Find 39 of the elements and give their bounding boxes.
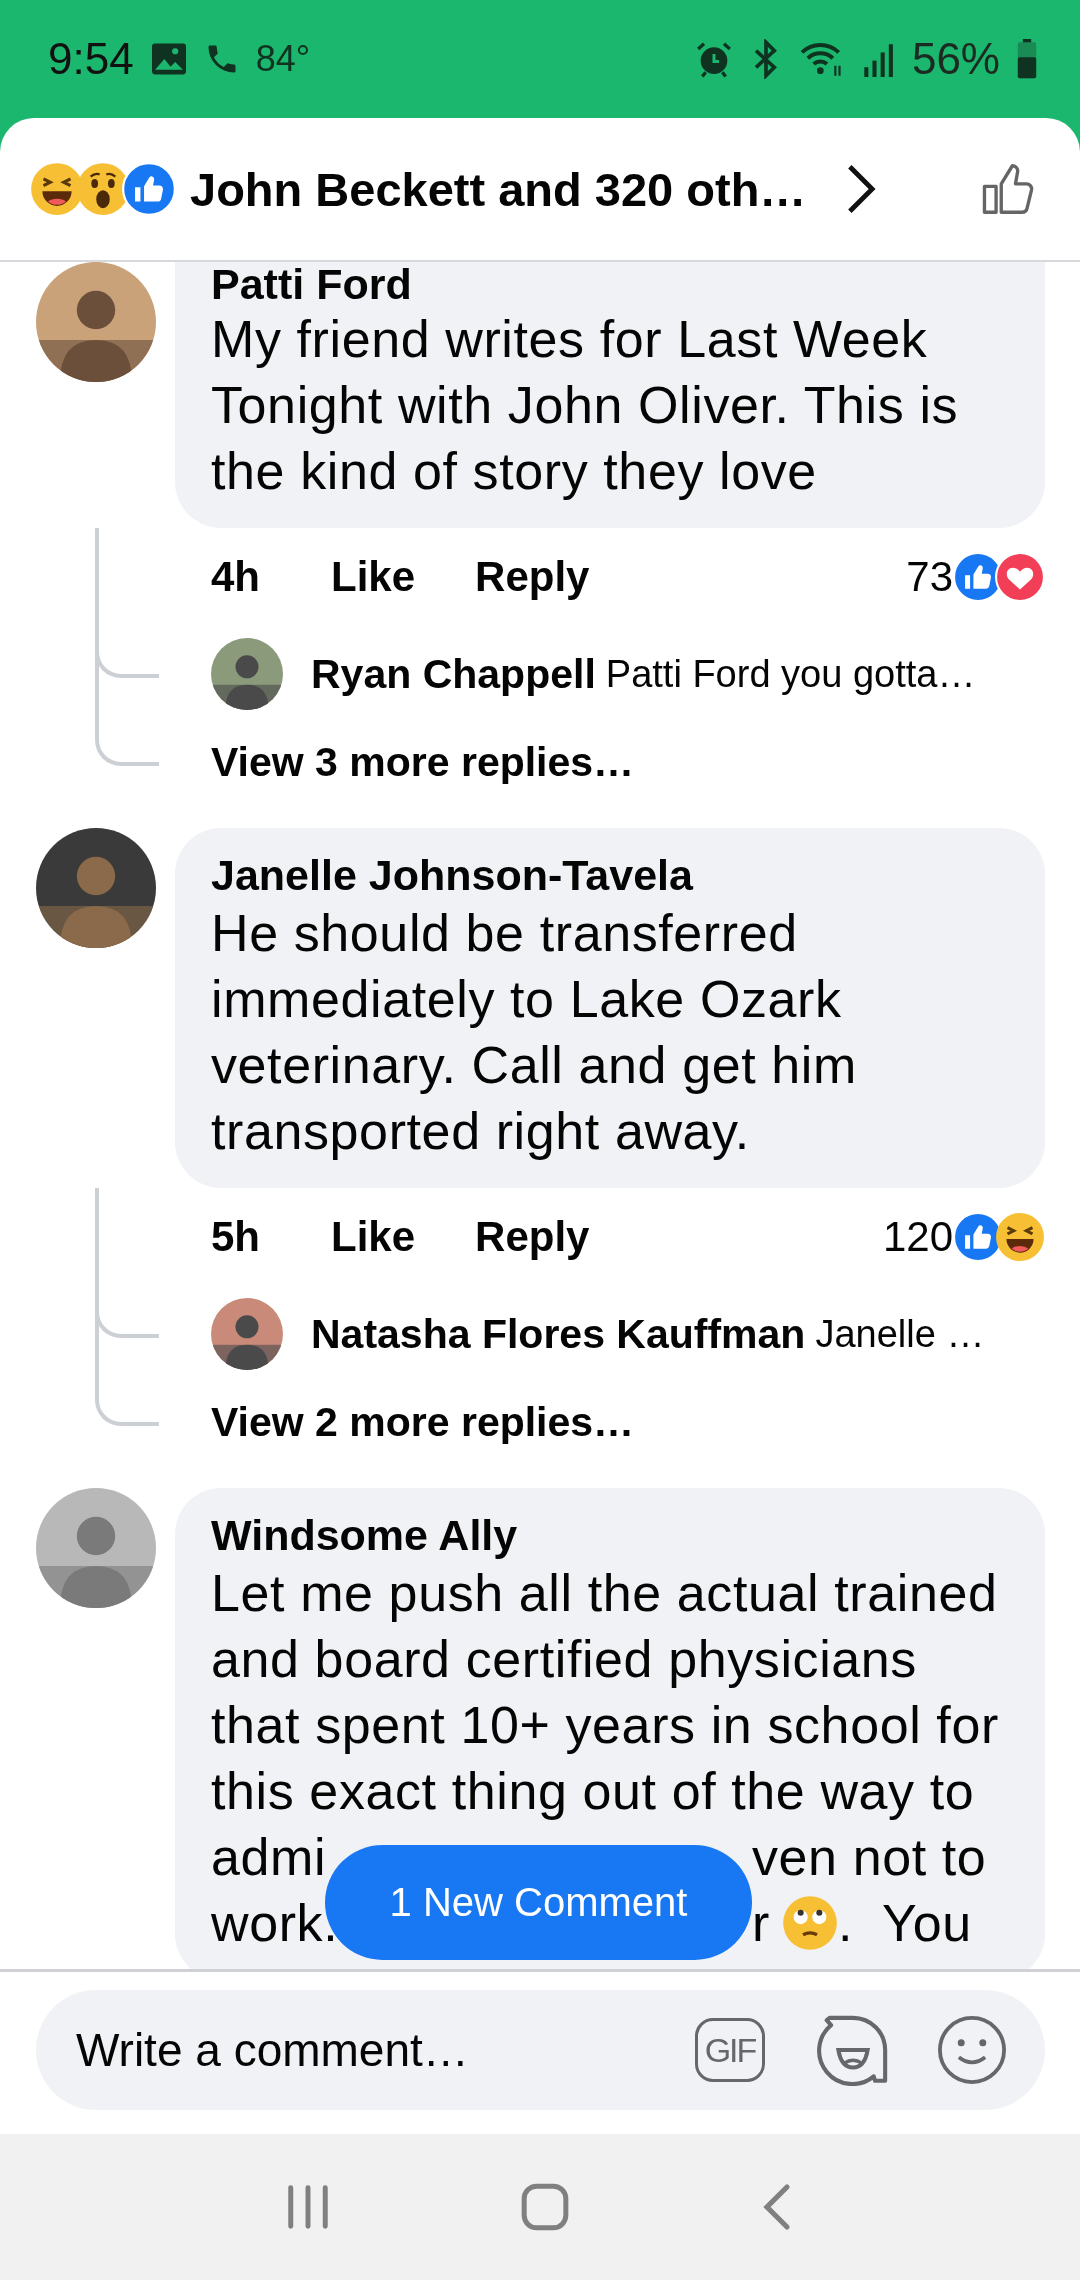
reply-author[interactable]: Ryan Chappell xyxy=(311,650,596,698)
view-more-replies-link[interactable]: View 2 more replies… xyxy=(211,1398,635,1446)
reply-author[interactable]: Natasha Flores Kauffman xyxy=(311,1310,806,1358)
author-name[interactable]: Patti Ford xyxy=(211,262,1015,306)
timestamp: 5h xyxy=(211,1213,261,1261)
chevron-right-icon[interactable] xyxy=(846,163,877,215)
comment-text: admi xyxy=(211,1828,327,1886)
author-name[interactable]: Windsome Ally xyxy=(211,1510,1015,1560)
timestamp: 4h xyxy=(211,553,261,601)
temperature: 84° xyxy=(255,38,311,80)
comment-text: My friend writes for Last Week Tonight with John Oliver. This is the kind of story they love xyxy=(211,309,960,502)
battery-icon xyxy=(1016,39,1038,79)
comment-text: He should be transferred immediately to Lake Ozark veterinary. Call and get him transported right away. xyxy=(211,903,858,1162)
view-more-replies-link[interactable]: View 3 more replies… xyxy=(211,738,635,786)
author-name[interactable]: Janelle Johnson-Tavela xyxy=(211,850,1015,900)
comment-text: . You xyxy=(837,1893,972,1954)
image-icon xyxy=(149,42,188,76)
battery-percent: 56% xyxy=(911,34,1000,84)
home-icon[interactable] xyxy=(520,2182,570,2232)
reactions-summary[interactable]: John Beckett and 320 oth… xyxy=(190,161,807,217)
reply-text[interactable]: Patti Ford you gotta… xyxy=(605,652,976,696)
thumbs-up-icon xyxy=(122,162,176,216)
comment-text: r xyxy=(752,1893,770,1954)
eye-roll-face-icon xyxy=(781,1895,838,1951)
signal-icon xyxy=(861,41,896,77)
like-button[interactable]: Like xyxy=(331,553,416,601)
comment-field[interactable]: Write a comment… GIF xyxy=(36,1990,1045,2110)
reply-button[interactable]: Reply xyxy=(475,553,590,601)
laughing-face-icon xyxy=(995,1212,1045,1262)
emoji-icon[interactable] xyxy=(937,2015,1007,2085)
reply-button[interactable]: Reply xyxy=(475,1213,590,1261)
reaction-count[interactable]: 120 xyxy=(882,1213,953,1261)
reaction-count[interactable]: 73 xyxy=(906,553,953,601)
clock-time: 9:54 xyxy=(48,34,134,84)
comment-text: ven not to xyxy=(752,1827,987,1888)
like-button[interactable]: Like xyxy=(331,1213,416,1261)
comment-input[interactable]: Write a comment… xyxy=(74,2022,695,2078)
reply-text[interactable]: Janelle … xyxy=(815,1312,985,1356)
gif-button[interactable]: GIF xyxy=(695,2018,765,2082)
